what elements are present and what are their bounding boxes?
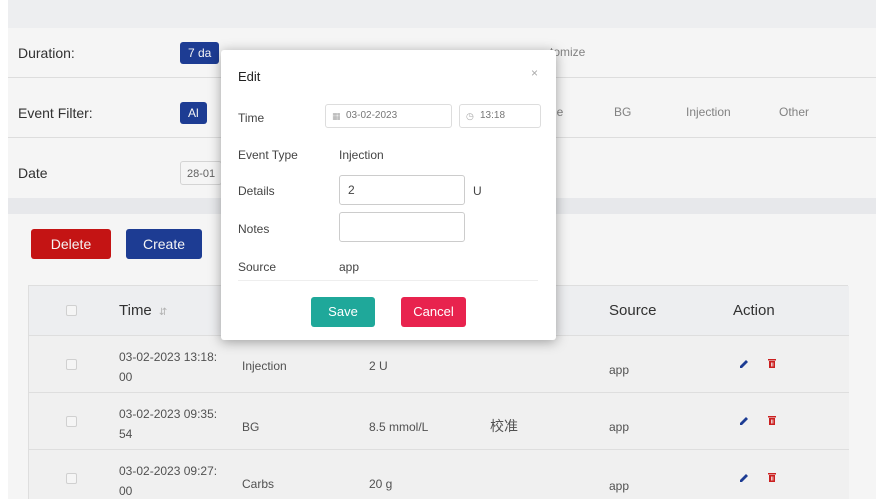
time-picker-input[interactable]: ◷ 13:18 <box>459 104 541 128</box>
edit-modal: Edit × Time ▦ 03-02-2023 ◷ 13:18 Event T… <box>221 50 556 340</box>
modal-divider <box>238 280 538 281</box>
event-type-label: Event Type <box>238 148 298 162</box>
source-value: app <box>339 260 360 274</box>
modal-title: Edit <box>238 69 261 84</box>
close-icon[interactable]: × <box>531 66 538 80</box>
clock-icon: ◷ <box>466 111 474 121</box>
notes-label: Notes <box>238 222 270 236</box>
time-picker-value: 13:18 <box>480 110 506 121</box>
date-picker-input[interactable]: ▦ 03-02-2023 <box>325 104 452 128</box>
event-type-value: Injection <box>339 148 384 162</box>
source-label: Source <box>238 260 277 274</box>
date-picker-value: 03-02-2023 <box>346 110 398 121</box>
cancel-button[interactable]: Cancel <box>401 297 466 327</box>
save-button[interactable]: Save <box>311 297 375 327</box>
details-unit: U <box>473 184 482 198</box>
details-input[interactable]: 2 <box>339 175 465 205</box>
app-frame: Duration: 7 da tomize Event Filter: Al n… <box>8 0 876 499</box>
notes-input[interactable] <box>339 212 465 242</box>
time-label: Time <box>238 111 265 125</box>
details-label: Details <box>238 184 275 198</box>
calendar-icon: ▦ <box>332 111 341 121</box>
